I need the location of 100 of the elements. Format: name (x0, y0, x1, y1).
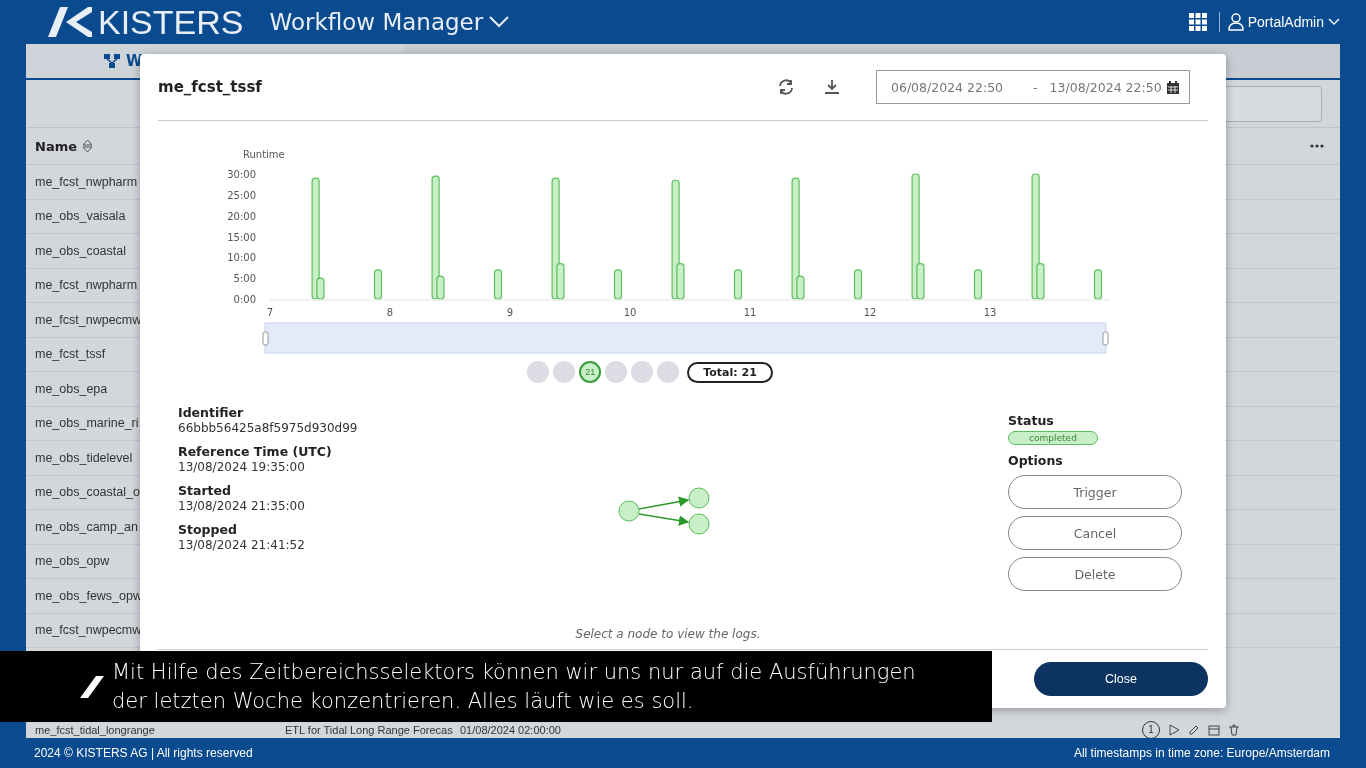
table-cell: me_obs_fews_opw (35, 588, 142, 603)
table-cell: me_obs_coastal_o (35, 485, 140, 500)
tick-label: 7 (266, 307, 274, 318)
tick-label: 10 (623, 307, 637, 318)
chart-bar[interactable] (671, 179, 680, 300)
tick-label: 11 (743, 307, 757, 318)
option-button[interactable]: Trigger (1008, 475, 1182, 509)
chart-bar[interactable] (316, 277, 325, 300)
dialog-title: me_fcst_tssf (158, 78, 263, 96)
hint-text: Select a node to view the logs. (575, 627, 761, 643)
table-cell: 01/08/2024 02:00:00 (460, 723, 561, 736)
tick-label: 12 (863, 307, 877, 318)
chart-bar[interactable] (733, 269, 743, 300)
play-icon[interactable] (1168, 723, 1180, 736)
tick-label: 13 (983, 307, 997, 318)
timezone-note: All timestamps in time zone: Europe/Amsterdam (1073, 746, 1330, 760)
field-label: Status (1008, 413, 1054, 428)
chart-bar[interactable] (676, 262, 685, 300)
run-dot[interactable] (553, 361, 576, 383)
table-cell-text: me_fcst_tidal_longrange (35, 723, 156, 736)
app-title: Workflow Manager (269, 9, 484, 35)
apps-grid-icon[interactable] (1188, 13, 1207, 31)
chart-bar[interactable] (796, 275, 805, 300)
close-button[interactable]: Close (1034, 662, 1208, 696)
option-button[interactable]: Cancel (1008, 516, 1182, 550)
field-value: 13/08/2024 19:35:00 (178, 460, 306, 474)
workflow-graph-drawing[interactable] (618, 487, 712, 535)
field-label: Started (178, 483, 232, 498)
run-dot[interactable] (605, 361, 628, 383)
table-cell: me_obs_vaisala (35, 209, 126, 224)
chart-bar[interactable] (436, 275, 445, 300)
field-label: Reference Time (UTC) (178, 444, 333, 459)
slash-icon (80, 675, 104, 698)
run-dot[interactable] (631, 361, 654, 383)
chart-bar[interactable] (613, 269, 623, 300)
chart-bar[interactable] (1031, 173, 1040, 300)
table-cell-text: ETL for Tidal Long Range Forecas (285, 723, 454, 736)
table-cell: me_obs_marine_ri (35, 416, 139, 431)
total-count: Total: 21 (687, 361, 773, 383)
chart-bar[interactable] (1036, 262, 1045, 300)
refresh-icon[interactable] (778, 79, 794, 95)
user-icon[interactable] (1227, 13, 1244, 31)
user-name[interactable]: PortalAdmin (1247, 14, 1324, 30)
chart-bar[interactable] (551, 177, 560, 300)
tick-label: 9 (506, 307, 514, 318)
table-cell: me_fcst_tssf (35, 347, 106, 362)
axis-title: Runtime (243, 149, 285, 160)
trash-icon[interactable] (1228, 723, 1240, 736)
tick-label: 5:00 (233, 273, 256, 285)
tick-label: 30:00 (227, 169, 256, 180)
table-cell: me_obs_tidelevel (35, 450, 133, 465)
table-cell: me_fcst_nwpecmw (35, 312, 142, 327)
sort-icon[interactable] (82, 139, 93, 153)
hierarchy-icon (104, 54, 120, 68)
field-value: 13/08/2024 21:41:52 (178, 538, 306, 552)
table-cell: me_fcst_nwpharm (35, 174, 138, 189)
field-label: Identifier (178, 405, 245, 420)
status-badge: completed (1008, 431, 1098, 445)
table-cell: me_fcst_nwpecmw (35, 623, 142, 638)
brand-name: KISTERS (98, 2, 244, 42)
field-label: Stopped (178, 522, 238, 537)
tick-label: 25:00 (227, 189, 256, 201)
chart-bar[interactable] (311, 177, 320, 300)
caption-text: Mit Hilfe des Zeitbereichsselektors können wir uns nur auf die Ausführungen der letzten Woche konzentrieren. Alles läuft wie es soll. (112, 658, 916, 715)
tick-label: 20:00 (227, 210, 256, 222)
more-icon[interactable] (1310, 144, 1324, 148)
chart-bar[interactable] (556, 262, 565, 300)
date-range-field[interactable]: 06/08/2024 22:50 - 13/08/2024 22:50 (876, 70, 1190, 104)
run-dot[interactable] (657, 361, 680, 383)
field-value: 13/08/2024 21:35:00 (178, 499, 306, 513)
tick-label: 10:00 (227, 252, 256, 264)
chart-bar[interactable] (373, 269, 383, 300)
run-dot[interactable] (527, 361, 550, 383)
table-cell: me_fcst_nwpharm (35, 278, 138, 293)
tick-label: 8 (386, 307, 394, 318)
run-dot[interactable]: 21 (579, 361, 602, 383)
tick-label: 0:00 (233, 294, 256, 305)
column-header[interactable]: Name (35, 138, 93, 154)
copyright-text: 2024 © KISTERS AG | All rights reserved (34, 746, 253, 760)
chart-bar[interactable] (973, 269, 983, 300)
logo-icon (48, 7, 92, 37)
option-button[interactable]: Delete (1008, 557, 1182, 591)
table-cell: me_obs_coastal (35, 243, 127, 258)
table-cell: me_obs_opw (35, 554, 110, 569)
chart-bar[interactable] (431, 175, 440, 300)
chart-bar[interactable] (853, 269, 863, 300)
calendar-icon[interactable] (1167, 80, 1179, 94)
field-value: 66bbb56425a8f5975d930d99 (178, 421, 359, 435)
chevron-down-icon[interactable] (489, 16, 510, 28)
table-cell: me_obs_camp_an (35, 519, 138, 534)
chart-bar[interactable] (493, 269, 503, 300)
chart-bar[interactable] (916, 262, 925, 300)
table-cell: me_obs_epa (35, 381, 108, 396)
tick-label: 15:00 (227, 231, 256, 243)
field-label: Options (1008, 453, 1063, 468)
chart-bar[interactable] (1093, 269, 1103, 300)
edit-icon[interactable] (1188, 723, 1200, 736)
chart-bar[interactable] (911, 173, 920, 300)
download-icon[interactable] (824, 79, 840, 95)
chart-bar[interactable] (791, 177, 800, 300)
